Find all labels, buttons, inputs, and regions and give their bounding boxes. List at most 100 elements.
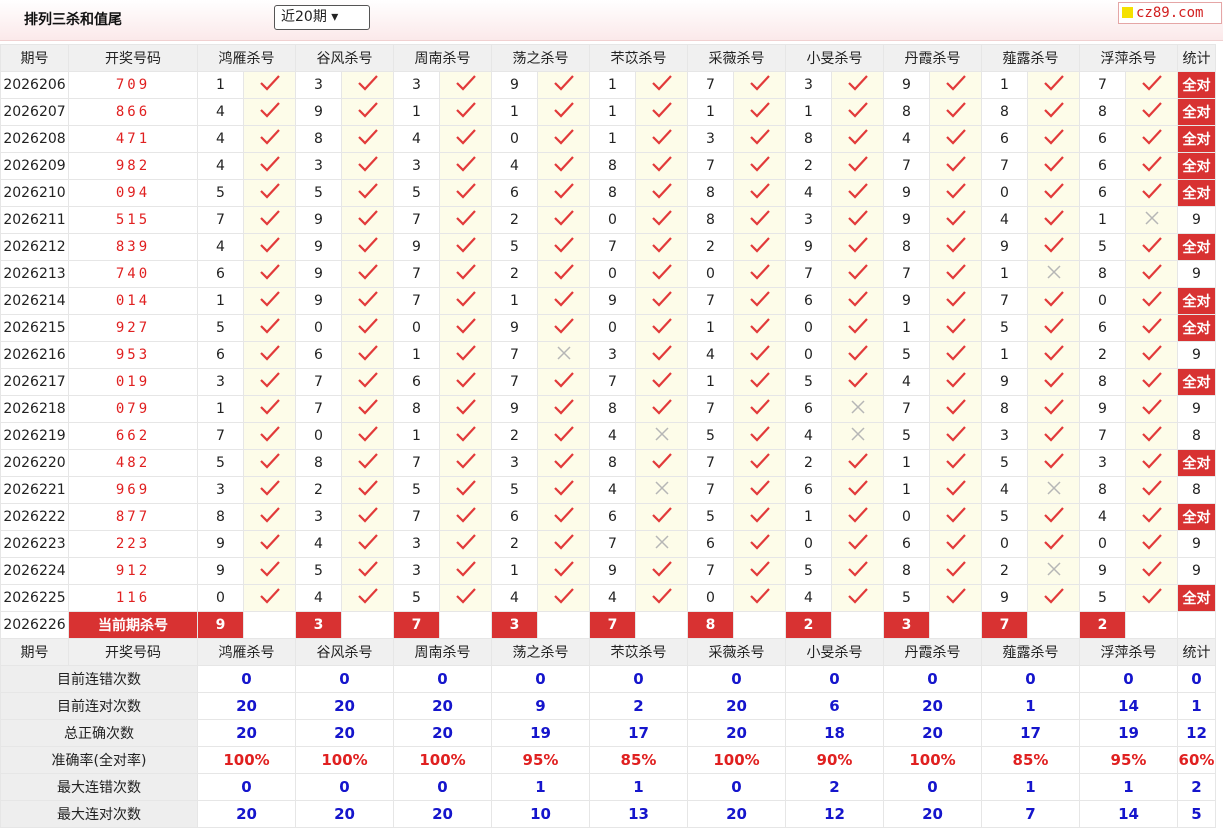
kill-number-cell: 6 (785, 395, 832, 423)
draw-number-cell: 969 (68, 476, 198, 504)
stats-row: 准确率(全对率) 100% 100% 100% 95% 85% 100% 90% 100% 85%… (0, 746, 1216, 774)
stats-value: 9 (491, 692, 590, 720)
cross-icon (537, 341, 590, 369)
cross-icon (1027, 476, 1080, 504)
current-kill-number: 8 (687, 611, 734, 639)
check-icon (831, 584, 884, 612)
kill-number-cell: 2 (687, 233, 734, 261)
kill-number-cell: 3 (197, 476, 244, 504)
kill-number-cell: 1 (785, 503, 832, 531)
check-icon (635, 368, 688, 396)
header-expert[interactable]: 荡之杀号 (491, 638, 590, 666)
stats-value: 20 (197, 692, 296, 720)
check-icon (439, 314, 492, 342)
kill-number-cell: 4 (589, 422, 636, 450)
stats-header-row: 期号 开奖号码 鸿雁杀号 谷风杀号 周南杀号 荡之杀号 芣苡杀号 采薇杀号 小旻杀号 丹霞杀号 薤露… (0, 638, 1216, 666)
header-expert[interactable]: 周南杀号 (393, 638, 492, 666)
kill-number-cell: 8 (687, 206, 734, 234)
kill-number-cell: 0 (981, 179, 1028, 207)
check-icon (929, 179, 982, 207)
period-select[interactable]: 近20期 ▾ (274, 5, 370, 30)
table-row: 2026206 709 1 3 3 9 1 7 3 9 1 7 全对 (0, 71, 1216, 99)
kill-number-cell: 1 (197, 395, 244, 423)
issue-cell: 2026211 (0, 206, 69, 234)
check-icon (341, 449, 394, 477)
check-icon (537, 206, 590, 234)
header-expert[interactable]: 小旻杀号 (785, 638, 884, 666)
kill-number-cell: 1 (197, 71, 244, 99)
check-icon (1125, 422, 1178, 450)
check-icon (831, 341, 884, 369)
kill-number-cell: 5 (295, 557, 342, 585)
check-icon (341, 179, 394, 207)
check-icon (243, 584, 296, 612)
header-expert[interactable]: 谷风杀号 (295, 44, 394, 72)
kill-number-cell: 5 (981, 503, 1028, 531)
stats-value: 0 (295, 665, 394, 693)
check-icon (439, 476, 492, 504)
check-icon (341, 314, 394, 342)
header-expert[interactable]: 采薇杀号 (687, 638, 786, 666)
kill-number-cell: 6 (785, 287, 832, 315)
check-icon (733, 287, 786, 315)
header-expert[interactable]: 芣苡杀号 (589, 638, 688, 666)
header-expert[interactable]: 小旻杀号 (785, 44, 884, 72)
kill-number-cell: 1 (589, 71, 636, 99)
header-expert[interactable]: 周南杀号 (393, 44, 492, 72)
table-row: 2026217 019 3 7 6 7 7 1 5 4 9 8 全对 (0, 368, 1216, 396)
header-expert[interactable]: 薤露杀号 (981, 638, 1080, 666)
stats-value: 12 (785, 800, 884, 828)
header-expert[interactable]: 谷风杀号 (295, 638, 394, 666)
check-icon (537, 422, 590, 450)
kill-number-cell: 4 (197, 98, 244, 126)
kill-number-cell: 5 (981, 314, 1028, 342)
site-logo[interactable]: cz89.com (1118, 2, 1222, 24)
kill-number-cell: 7 (687, 287, 734, 315)
check-icon (733, 341, 786, 369)
table-row: 2026224 912 9 5 3 1 9 7 5 8 2 9 9 (0, 557, 1216, 585)
header-expert[interactable]: 芣苡杀号 (589, 44, 688, 72)
top-bar: 排列三杀和值尾 近20期 ▾ cz89.com (0, 0, 1223, 41)
kill-number-cell: 9 (295, 233, 342, 261)
stats-value: 85% (589, 746, 688, 774)
current-empty-cell (929, 611, 982, 639)
stats-label: 最大连对次数 (0, 800, 198, 828)
check-icon (635, 233, 688, 261)
stats-row: 最大连对次数 20 20 20 10 13 20 12 20 7 14 5 (0, 800, 1216, 828)
header-expert[interactable]: 浮萍杀号 (1079, 638, 1178, 666)
kill-number-cell: 9 (491, 314, 538, 342)
check-icon (243, 314, 296, 342)
check-icon (1027, 584, 1080, 612)
kill-number-cell: 4 (785, 422, 832, 450)
stats-label: 总正确次数 (0, 719, 198, 747)
header-expert[interactable]: 鸿雁杀号 (197, 638, 296, 666)
header-expert[interactable]: 丹霞杀号 (883, 44, 982, 72)
kill-number-cell: 7 (687, 71, 734, 99)
kill-number-cell: 9 (295, 206, 342, 234)
kill-number-cell: 4 (491, 152, 538, 180)
cross-icon (635, 422, 688, 450)
header-expert[interactable]: 采薇杀号 (687, 44, 786, 72)
header-draw: 开奖号码 (68, 44, 198, 72)
check-icon (831, 152, 884, 180)
header-expert[interactable]: 丹霞杀号 (883, 638, 982, 666)
header-expert[interactable]: 薤露杀号 (981, 44, 1080, 72)
check-icon (537, 503, 590, 531)
header-expert[interactable]: 鸿雁杀号 (197, 44, 296, 72)
kill-number-table: 期号 开奖号码 鸿雁杀号 谷风杀号 周南杀号 荡之杀号 芣苡杀号 采薇杀号 小旻杀号 丹霞杀号 薤露… (0, 44, 1216, 828)
check-icon (1027, 503, 1080, 531)
stats-value: 0 (589, 665, 688, 693)
kill-number-cell: 9 (883, 287, 930, 315)
check-icon (1027, 125, 1080, 153)
issue-cell: 2026207 (0, 98, 69, 126)
stats-row: 总正确次数 20 20 20 19 17 20 18 20 17 19 12 (0, 719, 1216, 747)
kill-number-cell: 8 (687, 179, 734, 207)
header-expert[interactable]: 浮萍杀号 (1079, 44, 1178, 72)
check-icon (1027, 206, 1080, 234)
header-expert[interactable]: 荡之杀号 (491, 44, 590, 72)
kill-number-cell: 7 (589, 368, 636, 396)
stats-value: 100% (883, 746, 982, 774)
draw-number-cell: 839 (68, 233, 198, 261)
issue-cell: 2026214 (0, 287, 69, 315)
check-icon (929, 503, 982, 531)
